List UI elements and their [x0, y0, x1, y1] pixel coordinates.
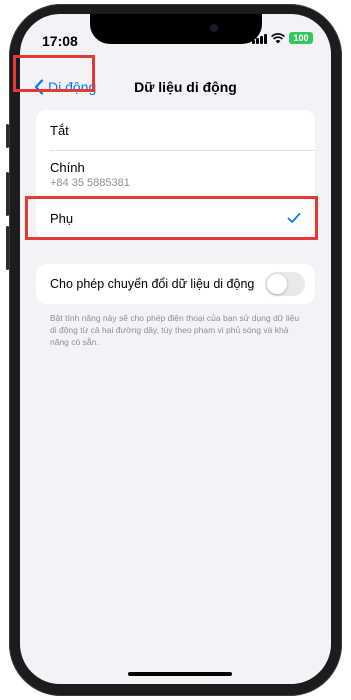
back-button-highlight — [13, 55, 95, 92]
secondary-option-highlight — [25, 196, 318, 240]
notch — [90, 14, 262, 44]
allow-data-switching-row: Cho phép chuyển đổi dữ liệu di động — [36, 264, 315, 304]
volume-down-button — [6, 226, 9, 270]
home-indicator[interactable] — [128, 672, 232, 676]
status-time: 17:08 — [42, 33, 78, 49]
battery-icon: 100 — [289, 32, 313, 44]
switching-label: Cho phép chuyển đổi dữ liệu di động — [50, 277, 255, 291]
data-switching-toggle[interactable] — [265, 272, 305, 296]
option-primary[interactable]: Chính +84 35 5885381 — [36, 150, 315, 198]
option-phone-number: +84 35 5885381 — [50, 176, 130, 189]
wifi-icon — [271, 32, 285, 43]
option-off[interactable]: Tắt — [36, 110, 315, 150]
camera-icon — [210, 24, 218, 32]
signal-icon — [252, 33, 267, 44]
data-switching-group: Cho phép chuyển đổi dữ liệu di động — [36, 264, 315, 304]
option-label: Tắt — [50, 122, 69, 138]
status-icons: 100 — [252, 32, 313, 44]
switching-footer-note: Bật tính năng này sẽ cho phép điện thoại… — [50, 313, 300, 347]
screen: 17:08 100 Di động Dữ liệu di động Tắt Ch… — [20, 14, 331, 684]
volume-up-button — [6, 172, 9, 216]
toggle-knob — [267, 274, 287, 294]
option-label: Chính — [50, 159, 85, 175]
silent-switch — [6, 124, 9, 148]
